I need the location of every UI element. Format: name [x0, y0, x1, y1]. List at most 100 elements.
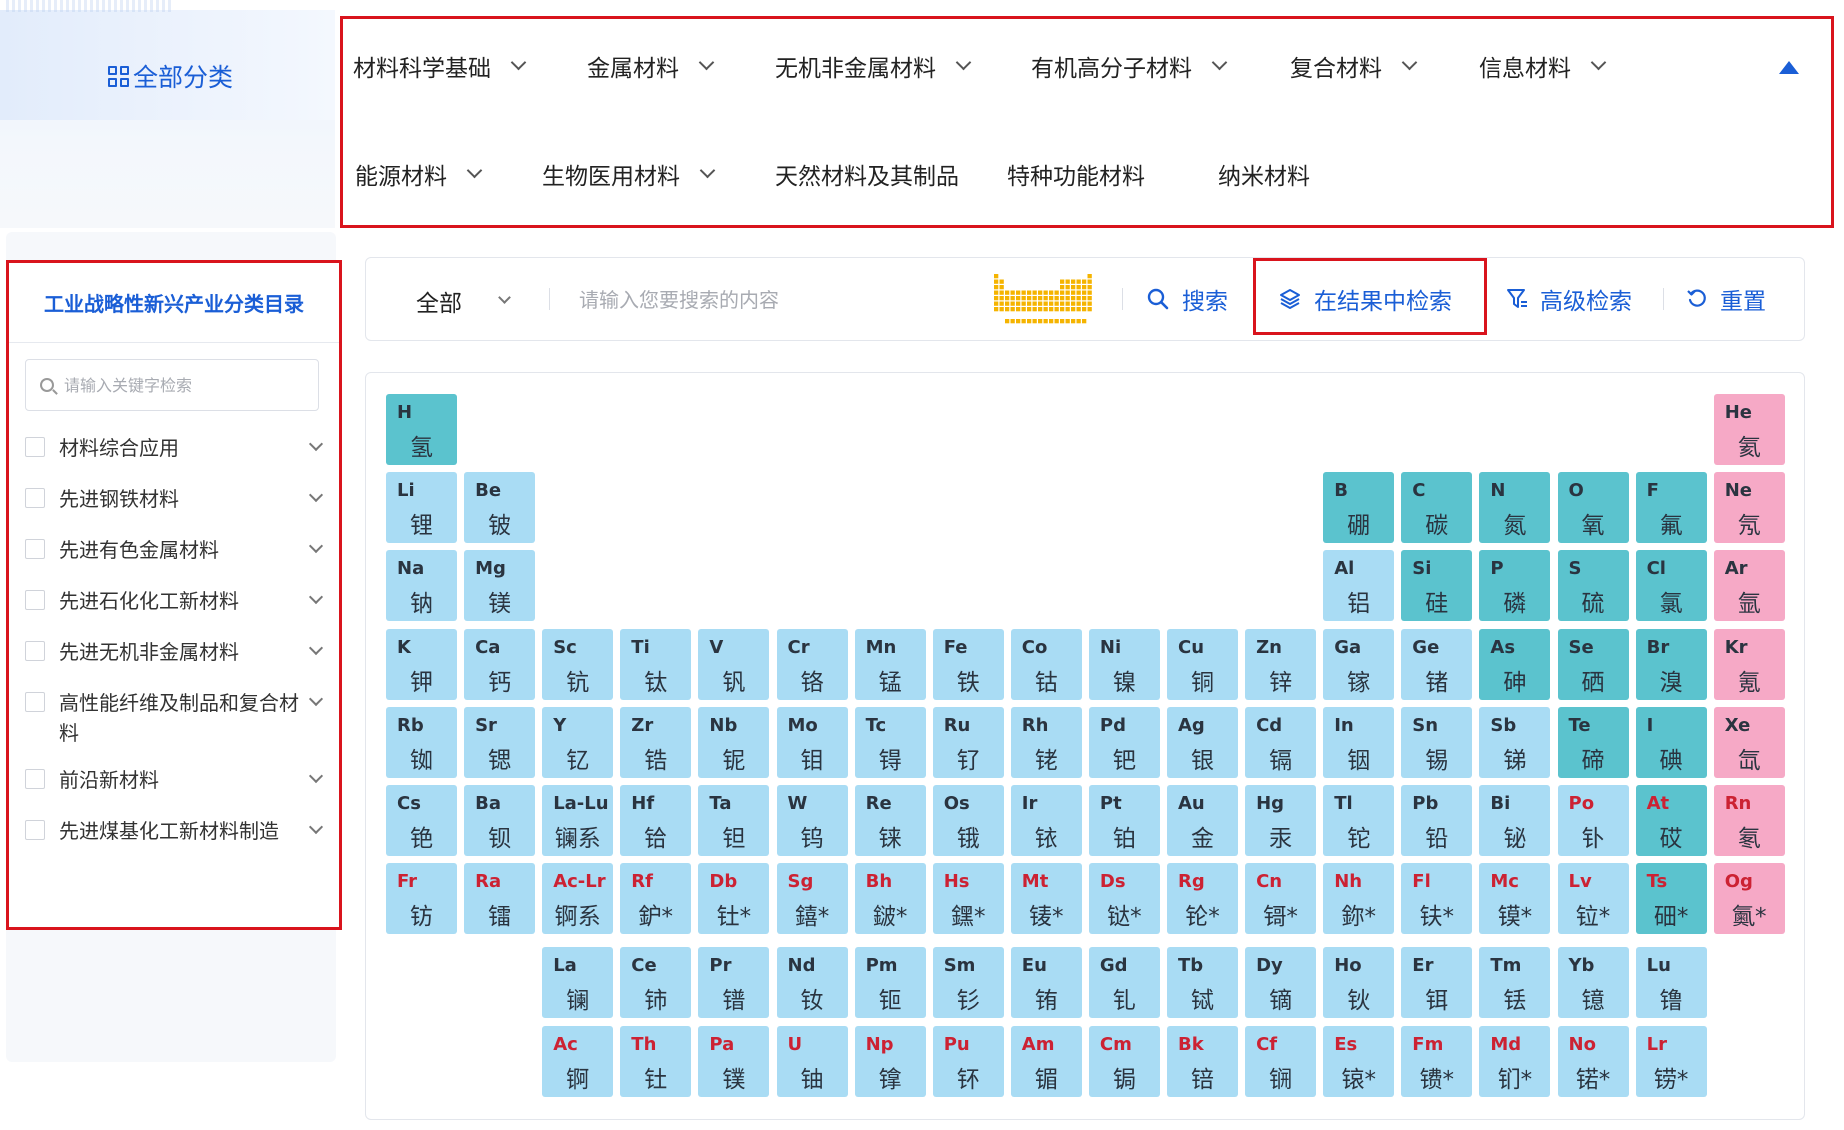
element-tile-er[interactable]: Er 铒 — [1401, 947, 1473, 1019]
element-tile-au[interactable]: Au 金 — [1167, 785, 1238, 856]
reset-button[interactable]: 重置 — [1686, 282, 1766, 316]
element-tile-b[interactable]: B硼 — [1323, 472, 1395, 544]
category-item[interactable]: 生物医用材料 — [542, 157, 716, 191]
element-tile-sc[interactable]: Sc 钪 — [542, 628, 614, 700]
collapse-caret-icon[interactable] — [1779, 61, 1799, 74]
chevron-down-icon[interactable] — [308, 640, 324, 656]
element-tile-co[interactable]: Co 钴 — [1010, 628, 1082, 700]
element-tile-rg[interactable]: Rg 𬬭* — [1167, 863, 1238, 935]
element-tile-hf[interactable]: Hf 铪 — [620, 785, 692, 856]
element-tile-si[interactable]: Si 硅 — [1401, 550, 1473, 622]
sidebar-item[interactable]: 先进煤基化工新材料制造 — [25, 816, 325, 846]
element-tile-tc[interactable]: Tc 锝 — [854, 706, 926, 778]
element-tile-br[interactable]: Br 溴 — [1635, 628, 1707, 700]
element-tile-i[interactable]: I碘 — [1635, 706, 1707, 778]
element-tile-mc[interactable]: Mc 镆* — [1479, 863, 1551, 935]
sidebar-item[interactable]: 先进无机非金属材料 — [25, 637, 325, 667]
element-tile-sn[interactable]: Sn 锡 — [1401, 706, 1473, 778]
element-tile-bh[interactable]: Bh 𨨏* — [854, 863, 926, 935]
element-tile-ti[interactable]: Ti 钛 — [620, 628, 692, 700]
chevron-down-icon[interactable] — [308, 768, 324, 784]
element-tile-po[interactable]: Po 钋 — [1557, 785, 1629, 856]
element-tile-v[interactable]: V钒 — [698, 628, 770, 700]
sidebar-item[interactable]: 前沿新材料 — [25, 765, 325, 795]
element-tile-hg[interactable]: Hg 汞 — [1245, 785, 1317, 856]
element-tile-ta[interactable]: Ta 钽 — [698, 785, 770, 856]
element-tile-zn[interactable]: Zn 锌 — [1245, 628, 1317, 700]
element-tile-pm[interactable]: Pm 钷 — [854, 947, 926, 1019]
sidebar-search-box[interactable] — [25, 359, 319, 411]
chevron-down-icon[interactable] — [308, 538, 324, 554]
element-tile-u[interactable]: U铀 — [776, 1025, 848, 1097]
element-tile-nb[interactable]: Nb 铌 — [698, 706, 770, 778]
element-tile-te[interactable]: Te 碲 — [1557, 706, 1629, 778]
element-tile-as[interactable]: As 砷 — [1479, 628, 1551, 700]
element-tile-nd[interactable]: Nd 钕 — [776, 947, 848, 1019]
element-tile-yb[interactable]: Yb 镱 — [1557, 947, 1629, 1019]
element-tile-ag[interactable]: Ag 银 — [1167, 706, 1238, 778]
element-tile-pa[interactable]: Pa 镤 — [698, 1025, 770, 1097]
category-item[interactable]: 材料科学基础 — [353, 49, 527, 83]
checkbox[interactable] — [25, 590, 45, 610]
element-tile-o[interactable]: O氧 — [1557, 472, 1629, 544]
advanced-search-button[interactable]: 高级检索 — [1506, 282, 1632, 316]
element-tile-ge[interactable]: Ge 锗 — [1401, 628, 1473, 700]
element-tile-ds[interactable]: Ds 𫟼* — [1088, 863, 1160, 935]
sidebar-item[interactable]: 先进石化化工新材料 — [25, 586, 325, 616]
element-tile-pu[interactable]: Pu 钚 — [932, 1025, 1004, 1097]
chevron-down-icon[interactable] — [308, 487, 324, 503]
category-item[interactable]: 能源材料 — [355, 157, 483, 191]
element-tile-ar[interactable]: Ar 氩 — [1713, 550, 1785, 622]
sidebar-item[interactable]: 高性能纤维及制品和复合材料 — [25, 688, 325, 748]
checkbox[interactable] — [25, 820, 45, 840]
element-tile-rh[interactable]: Rh 铑 — [1010, 706, 1082, 778]
element-tile-tb[interactable]: Tb 铽 — [1167, 947, 1238, 1019]
element-tile-li[interactable]: Li 锂 — [386, 472, 457, 544]
element-tile-sr[interactable]: Sr 锶 — [464, 706, 536, 778]
sidebar-search-input[interactable] — [64, 375, 294, 395]
element-tile-gd[interactable]: Gd 钆 — [1088, 947, 1160, 1019]
element-tile-cn[interactable]: Cn 鿔* — [1245, 863, 1317, 935]
category-item[interactable]: 纳米材料 — [1218, 157, 1310, 191]
element-tile-lu[interactable]: Lu 镥 — [1635, 947, 1707, 1019]
category-item[interactable]: 天然材料及其制品 — [775, 157, 959, 191]
element-tile-tm[interactable]: Tm 铥 — [1479, 947, 1551, 1019]
element-tile-rf[interactable]: Rf 鈩* — [620, 863, 692, 935]
element-tile-es[interactable]: Es 锿* — [1323, 1025, 1395, 1097]
element-tile-mn[interactable]: Mn 锰 — [854, 628, 926, 700]
element-tile-y[interactable]: Y钇 — [542, 706, 614, 778]
element-tile-ac[interactable]: Ac 锕 — [542, 1025, 614, 1097]
element-tile-ac-lr[interactable]: Ac-Lr 锕系 — [542, 863, 614, 935]
chevron-down-icon[interactable] — [308, 691, 324, 707]
element-tile-og[interactable]: Og 鿫* — [1713, 863, 1785, 935]
element-tile-al[interactable]: Al 铝 — [1323, 550, 1395, 622]
element-tile-p[interactable]: P磷 — [1479, 550, 1551, 622]
element-tile-fl[interactable]: Fl 𫓧* — [1401, 863, 1473, 935]
sidebar-item[interactable]: 先进有色金属材料 — [25, 535, 325, 565]
category-item[interactable]: 有机高分子材料 — [1031, 49, 1228, 83]
element-tile-zr[interactable]: Zr 锆 — [620, 706, 692, 778]
element-tile-be[interactable]: Be 铍 — [464, 472, 536, 544]
category-item[interactable]: 特种功能材料 — [1007, 157, 1145, 191]
element-tile-cm[interactable]: Cm 锔 — [1088, 1025, 1160, 1097]
element-tile-ga[interactable]: Ga 镓 — [1323, 628, 1395, 700]
element-tile-sm[interactable]: Sm 钐 — [932, 947, 1004, 1019]
element-tile-h[interactable]: H氢 — [386, 394, 457, 465]
element-tile-la[interactable]: La 镧 — [542, 947, 614, 1019]
sidebar-item[interactable]: 材料综合应用 — [25, 433, 325, 463]
element-tile-re[interactable]: Re 铼 — [854, 785, 926, 856]
chevron-down-icon[interactable] — [308, 819, 324, 835]
element-tile-md[interactable]: Md 钔* — [1479, 1025, 1551, 1097]
element-tile-ir[interactable]: Ir 铱 — [1010, 785, 1082, 856]
element-tile-mo[interactable]: Mo 钼 — [776, 706, 848, 778]
category-item[interactable]: 金属材料 — [587, 49, 715, 83]
element-tile-no[interactable]: No 锘* — [1557, 1025, 1629, 1097]
element-tile-am[interactable]: Am 镅 — [1010, 1025, 1082, 1097]
element-tile-c[interactable]: C碳 — [1401, 472, 1473, 544]
element-tile-lr[interactable]: Lr 铹* — [1635, 1025, 1707, 1097]
element-tile-th[interactable]: Th 钍 — [620, 1025, 692, 1097]
checkbox[interactable] — [25, 769, 45, 789]
element-tile-rn[interactable]: Rn 氡 — [1713, 785, 1785, 856]
element-tile-lv[interactable]: Lv 𫟷* — [1557, 863, 1629, 935]
element-tile-ho[interactable]: Ho 钬 — [1323, 947, 1395, 1019]
